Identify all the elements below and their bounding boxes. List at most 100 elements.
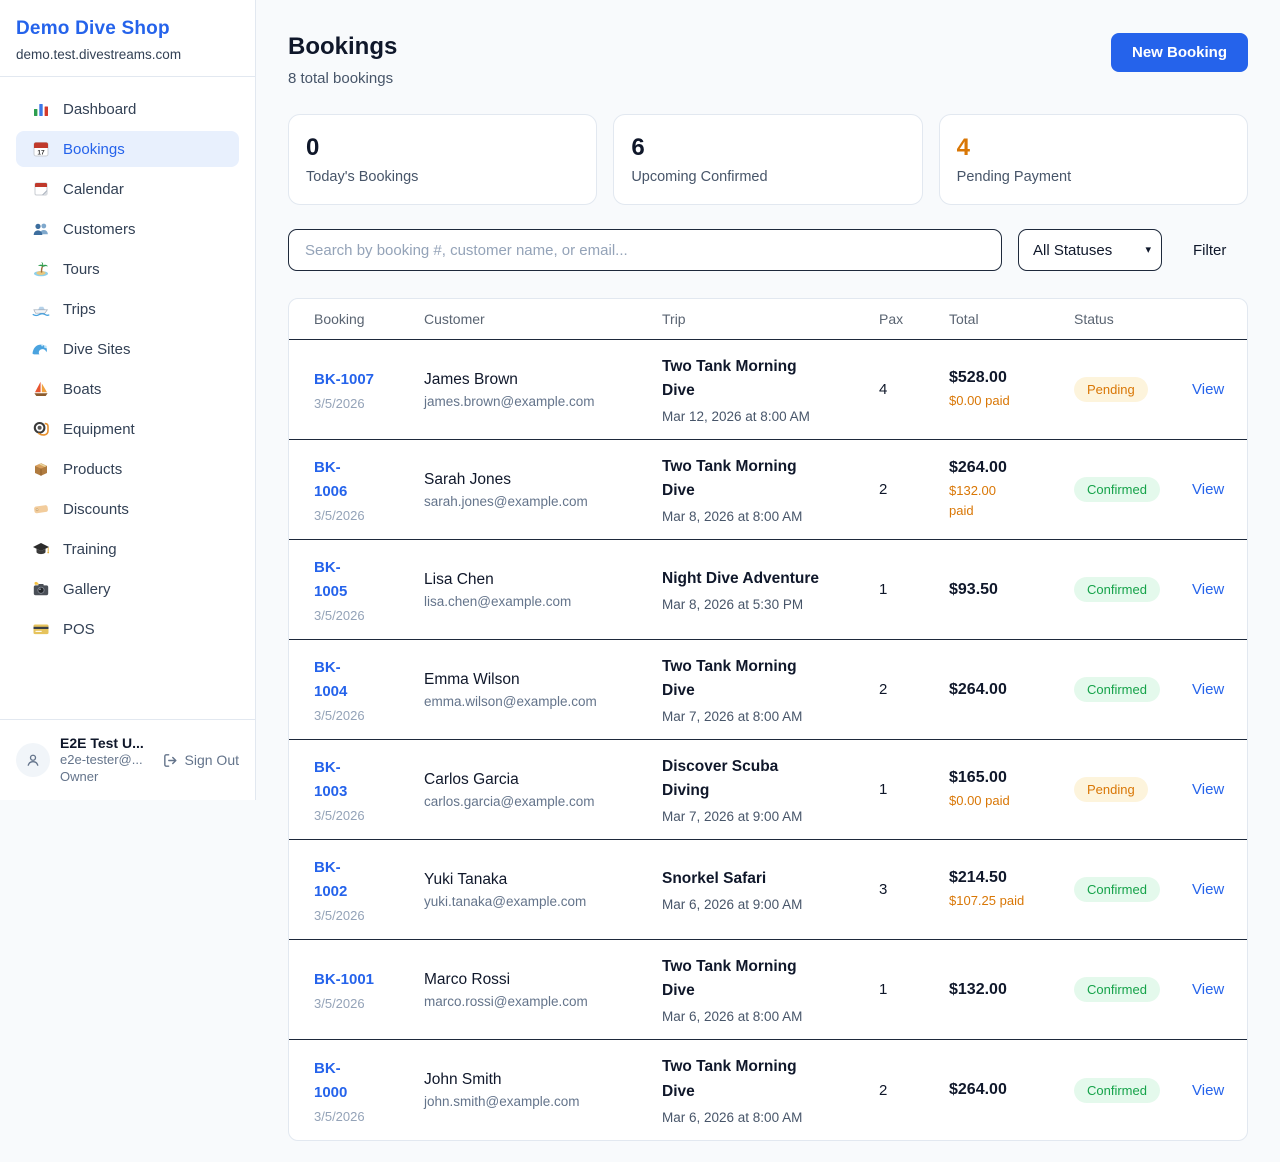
sidebar-nav: Dashboard 17 Bookings Calendar Customers… <box>0 77 255 719</box>
customer-email: sarah.jones@example.com <box>424 494 662 509</box>
status-badge: Confirmed <box>1074 577 1160 602</box>
view-link[interactable]: View <box>1192 981 1224 998</box>
customer-name: Emma Wilson <box>424 671 662 689</box>
trip-name: Discover Scuba Diving <box>662 755 879 803</box>
booking-date: 3/5/2026 <box>314 396 424 411</box>
status-filter-select[interactable]: All Statuses <box>1018 229 1162 271</box>
trip-name: Two Tank Morning Dive <box>662 955 879 1003</box>
table-row: BK- 1004 3/5/2026 Emma Wilson emma.wilso… <box>289 640 1247 740</box>
trip-datetime: Mar 12, 2026 at 8:00 AM <box>662 409 879 424</box>
sidebar-item-label: Products <box>63 461 122 478</box>
sidebar-item-tours[interactable]: Tours <box>16 251 239 287</box>
booking-id-link[interactable]: BK-1007 <box>314 368 374 392</box>
stat-value: 0 <box>306 134 579 162</box>
calendar-17-icon: 17 <box>32 140 50 158</box>
trip-name: Two Tank Morning Dive <box>662 655 879 703</box>
sidebar-item-gallery[interactable]: Gallery <box>16 571 239 607</box>
table-row: BK- 1005 3/5/2026 Lisa Chen lisa.chen@ex… <box>289 540 1247 640</box>
user-role: Owner <box>60 769 152 786</box>
column-header-status: Status <box>1074 299 1192 339</box>
user-name: E2E Test U... <box>60 734 152 752</box>
sidebar-item-dashboard[interactable]: Dashboard <box>16 91 239 127</box>
view-link[interactable]: View <box>1192 381 1224 398</box>
stat-value: 6 <box>631 134 904 162</box>
booking-id-link[interactable]: BK- 1003 <box>314 756 347 804</box>
booking-date: 3/5/2026 <box>314 996 424 1011</box>
trip-name: Night Dive Adventure <box>662 567 879 591</box>
status-badge: Pending <box>1074 777 1148 802</box>
sidebar-item-label: Tours <box>63 261 100 278</box>
booking-id-link[interactable]: BK- 1005 <box>314 556 347 604</box>
view-link[interactable]: View <box>1192 1082 1224 1099</box>
booking-id-link[interactable]: BK- 1000 <box>314 1057 347 1105</box>
island-icon <box>32 260 50 278</box>
view-link[interactable]: View <box>1192 681 1224 698</box>
table-row: BK- 1003 3/5/2026 Carlos Garcia carlos.g… <box>289 740 1247 840</box>
sign-out-label: Sign Out <box>185 752 239 768</box>
stat-card-todays-bookings: 0 Today's Bookings <box>288 114 597 205</box>
people-icon <box>32 220 50 238</box>
booking-date: 3/5/2026 <box>314 908 424 923</box>
user-email: e2e-tester@... <box>60 752 152 769</box>
trip-datetime: Mar 6, 2026 at 9:00 AM <box>662 897 879 912</box>
total-amount: $93.50 <box>949 581 1074 599</box>
customer-email: yuki.tanaka@example.com <box>424 894 662 909</box>
customer-email: john.smith@example.com <box>424 1094 662 1109</box>
sidebar-item-pos[interactable]: POS <box>16 611 239 647</box>
trip-datetime: Mar 7, 2026 at 8:00 AM <box>662 709 879 724</box>
sidebar-item-trips[interactable]: Trips <box>16 291 239 327</box>
sidebar-item-discounts[interactable]: Discounts <box>16 491 239 527</box>
sidebar-user-footer: E2E Test U... e2e-tester@... Owner Sign … <box>0 719 255 800</box>
page-header: Bookings 8 total bookings New Booking <box>288 33 1248 87</box>
stat-value: 4 <box>957 134 1230 162</box>
dive-mask-icon <box>32 420 50 438</box>
pax-count: 2 <box>879 481 949 498</box>
sidebar-item-calendar[interactable]: Calendar <box>16 171 239 207</box>
sidebar-item-dive-sites[interactable]: Dive Sites <box>16 331 239 367</box>
trip-name: Snorkel Safari <box>662 867 879 891</box>
sidebar-item-label: Dive Sites <box>63 341 131 358</box>
view-link[interactable]: View <box>1192 881 1224 898</box>
sidebar-item-products[interactable]: Products <box>16 451 239 487</box>
customer-email: lisa.chen@example.com <box>424 594 662 609</box>
customer-email: carlos.garcia@example.com <box>424 794 662 809</box>
sidebar-item-label: Boats <box>63 381 101 398</box>
status-badge: Pending <box>1074 377 1148 402</box>
user-meta: E2E Test U... e2e-tester@... Owner <box>60 734 152 786</box>
new-booking-button[interactable]: New Booking <box>1111 33 1248 72</box>
column-header-total: Total <box>949 299 1074 339</box>
main-content: Bookings 8 total bookings New Booking 0 … <box>256 0 1280 1141</box>
filter-button[interactable]: Filter <box>1193 242 1226 259</box>
sidebar-item-bookings[interactable]: 17 Bookings <box>16 131 239 167</box>
sidebar-item-label: Dashboard <box>63 101 136 118</box>
status-badge: Confirmed <box>1074 1078 1160 1103</box>
sidebar-item-label: Bookings <box>63 141 125 158</box>
view-link[interactable]: View <box>1192 481 1224 498</box>
paid-amount: $107.25 paid <box>949 891 1074 911</box>
sidebar-item-boats[interactable]: Boats <box>16 371 239 407</box>
bookings-table: Booking Customer Trip Pax Total Status B… <box>288 298 1248 1141</box>
stat-card-pending-payment: 4 Pending Payment <box>939 114 1248 205</box>
customer-name: Yuki Tanaka <box>424 871 662 889</box>
pax-count: 2 <box>879 1082 949 1099</box>
brand-title[interactable]: Demo Dive Shop <box>16 18 239 40</box>
table-body: BK-1007 3/5/2026 James Brown james.brown… <box>289 340 1247 1140</box>
sign-out-button[interactable]: Sign Out <box>162 752 239 769</box>
trip-datetime: Mar 6, 2026 at 8:00 AM <box>662 1110 879 1125</box>
wave-icon <box>32 340 50 358</box>
sidebar-item-training[interactable]: Training <box>16 531 239 567</box>
search-input[interactable] <box>288 229 1002 271</box>
booking-id-link[interactable]: BK- 1004 <box>314 656 347 704</box>
pax-count: 3 <box>879 881 949 898</box>
speedboat-icon <box>32 300 50 318</box>
booking-id-link[interactable]: BK- 1002 <box>314 856 347 904</box>
trip-datetime: Mar 6, 2026 at 8:00 AM <box>662 1009 879 1024</box>
table-row: BK-1001 3/5/2026 Marco Rossi marco.rossi… <box>289 940 1247 1040</box>
paid-amount: $0.00 paid <box>949 791 1074 811</box>
view-link[interactable]: View <box>1192 781 1224 798</box>
booking-id-link[interactable]: BK- 1006 <box>314 456 347 504</box>
sidebar-item-customers[interactable]: Customers <box>16 211 239 247</box>
sidebar-item-equipment[interactable]: Equipment <box>16 411 239 447</box>
booking-id-link[interactable]: BK-1001 <box>314 968 374 992</box>
view-link[interactable]: View <box>1192 581 1224 598</box>
